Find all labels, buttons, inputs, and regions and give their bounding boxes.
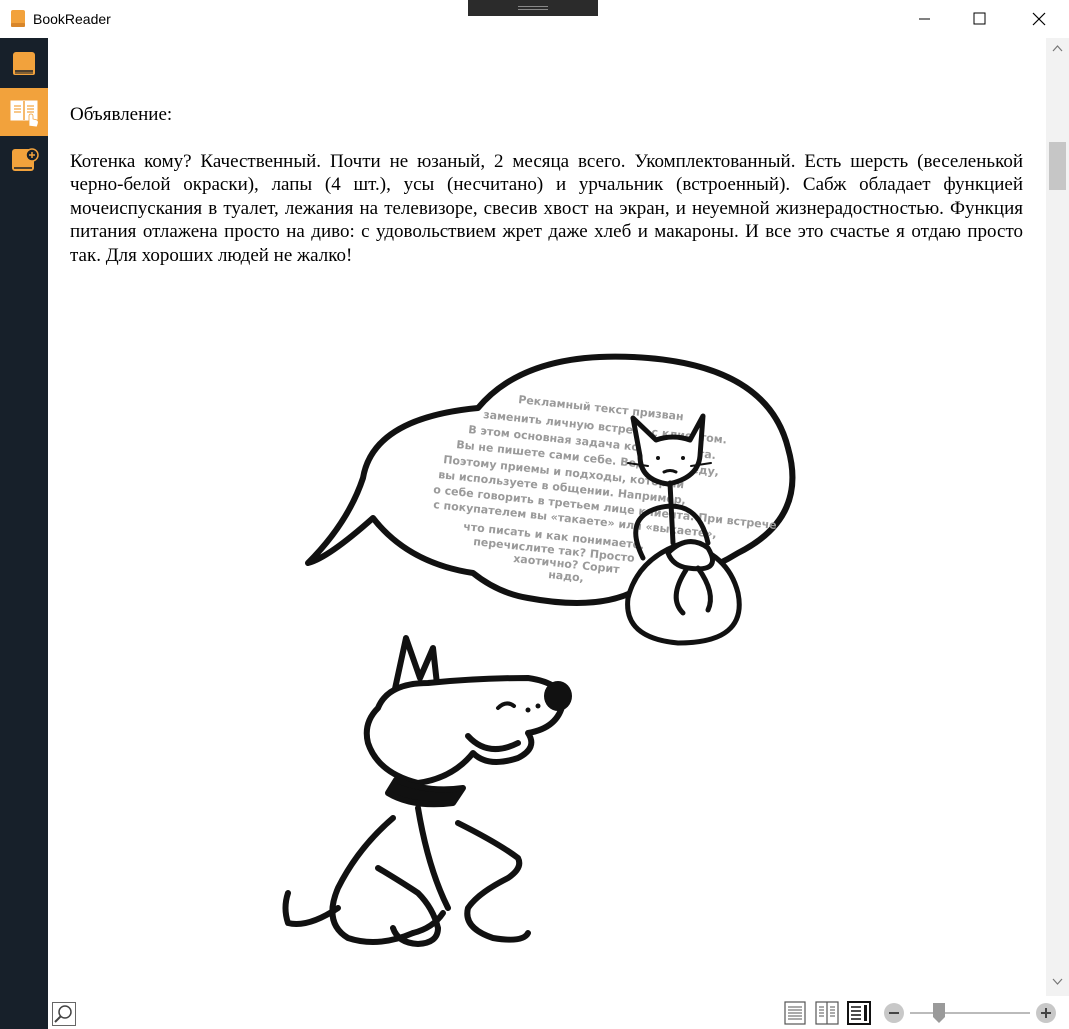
two-page-view-button[interactable] [814, 1000, 840, 1026]
single-page-view-button[interactable] [782, 1000, 808, 1026]
scroll-down-icon[interactable] [1052, 978, 1063, 986]
ad-heading: Объявление: [70, 104, 173, 125]
maximize-button[interactable] [949, 0, 1007, 38]
book-icon [13, 52, 35, 75]
close-button[interactable] [1008, 0, 1066, 38]
ad-body-text: Котенка кому? Качественный. Почти не юза… [70, 151, 1023, 266]
title-bar: BookReader [0, 0, 1069, 38]
dog-figure [282, 635, 572, 947]
reader-icon [10, 100, 39, 128]
close-icon [1032, 12, 1046, 26]
minimize-button[interactable] [895, 0, 953, 38]
zoom-slider-track[interactable] [910, 1012, 1030, 1014]
app-book-icon [11, 10, 25, 27]
two-page-icon [815, 1001, 839, 1025]
book-page[interactable]: Объявление: Котенка кому? Качественный. … [48, 38, 1046, 996]
zoom-out-button[interactable] [884, 1003, 904, 1023]
zoom-slider-thumb[interactable] [932, 1002, 946, 1024]
app-title: BookReader [33, 11, 111, 27]
maximize-icon [973, 12, 986, 25]
svg-text:надо,: надо, [548, 568, 585, 585]
zoom-in-button[interactable] [1036, 1003, 1056, 1023]
bottom-toolbar [48, 996, 1069, 1029]
dog-cat-illustration: Рекламный текст призван заменить личную … [282, 353, 796, 947]
search-button[interactable] [52, 1002, 76, 1026]
sidebar-item-reader[interactable] [0, 88, 48, 136]
sidebar-rail [0, 38, 48, 1029]
vertical-scrollbar[interactable] [1046, 38, 1069, 996]
sidebar-item-library[interactable] [0, 40, 48, 88]
scroll-view-button[interactable] [846, 1000, 872, 1026]
drag-handle[interactable] [468, 0, 598, 16]
single-page-icon [784, 1001, 806, 1025]
scroll-up-icon[interactable] [1052, 44, 1063, 52]
minimize-icon [919, 18, 930, 20]
bubble-text: Рекламный текст призван заменить личную … [433, 393, 778, 585]
sidebar-item-add-book[interactable] [0, 136, 48, 184]
scroll-view-icon [847, 1001, 871, 1025]
scrollbar-thumb[interactable] [1049, 142, 1066, 190]
add-book-icon [12, 148, 39, 171]
search-icon [54, 1005, 72, 1023]
